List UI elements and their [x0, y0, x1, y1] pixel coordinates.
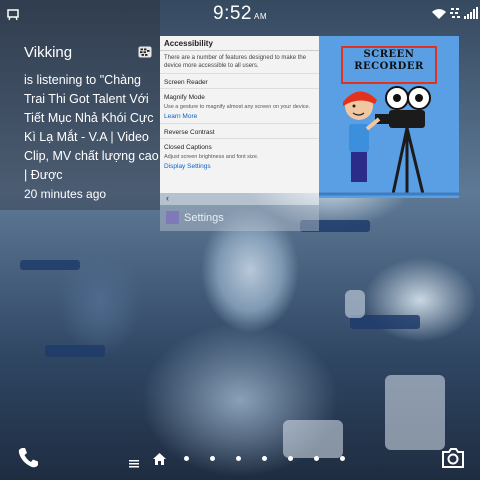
setting-screen-reader: Screen Reader [160, 73, 319, 88]
settings-app-name: Settings [184, 212, 224, 224]
setting-magnify-desc: Use a gesture to magnify almost any scre… [164, 104, 311, 110]
bbm-status-icon [450, 6, 462, 24]
page-indicator-dot[interactable] [340, 456, 345, 461]
page-indicator-dot[interactable] [184, 456, 189, 461]
page-indicator-dot[interactable] [210, 456, 215, 461]
bbm-icon [138, 46, 152, 60]
recorder-title-line2: RECORDER [354, 61, 424, 72]
setting-reverse-contrast: Reverse Contrast [160, 123, 319, 138]
setting-closed-captions: Closed Captions [160, 138, 319, 153]
screen-recorder-active-frame[interactable]: SCREEN RECORDER [319, 36, 459, 198]
page-indicator-dot[interactable] [314, 456, 319, 461]
clock-time: 9:52 [213, 3, 252, 24]
setting-captions-desc: Adjust screen brightness and font size. [164, 154, 259, 160]
wallpaper-table [20, 260, 80, 270]
clock-ampm: AM [253, 12, 267, 21]
page-indicator-dot[interactable] [236, 456, 241, 461]
settings-title: Accessibility [160, 36, 319, 51]
wifi-icon [431, 7, 447, 25]
status-bar: 9:52 AM [0, 0, 480, 28]
recorder-mascot-icon [319, 86, 459, 196]
wallpaper-glass [385, 375, 445, 450]
learn-more-link: Learn More [164, 113, 198, 120]
display-settings-link: Display Settings [164, 163, 211, 170]
page-indicator-dot[interactable] [262, 456, 267, 461]
home-icon[interactable] [153, 452, 166, 470]
wallpaper-glass [345, 290, 365, 318]
camera-icon[interactable] [441, 448, 465, 473]
settings-intro: There are a number of features designed … [164, 55, 307, 69]
notification-time: 20 minutes ago [24, 187, 107, 201]
signal-icon [464, 6, 478, 24]
lock-icon [6, 7, 20, 26]
settings-app-label: Settings [160, 205, 319, 231]
notification-message: is listening to "Chàng Trai Thi Got Tale… [24, 73, 159, 182]
settings-back-bar: ‹ [160, 193, 319, 205]
settings-active-frame[interactable]: Accessibility There are a number of feat… [160, 36, 319, 193]
hub-notification[interactable]: Vikking is listening to "Chàng Trai Thi … [24, 44, 159, 201]
settings-app-icon [166, 211, 179, 224]
hub-icon[interactable] [129, 455, 139, 473]
recorder-title: SCREEN RECORDER [341, 49, 437, 73]
phone-icon[interactable] [16, 446, 40, 475]
wallpaper-table [45, 345, 105, 357]
back-chevron-icon: ‹ [166, 193, 169, 203]
clock: 9:52 AM [213, 3, 267, 25]
recorder-title-line1: SCREEN [363, 49, 415, 60]
page-indicator-dot[interactable] [288, 456, 293, 461]
setting-magnify-mode: Magnify Mode [160, 88, 319, 103]
